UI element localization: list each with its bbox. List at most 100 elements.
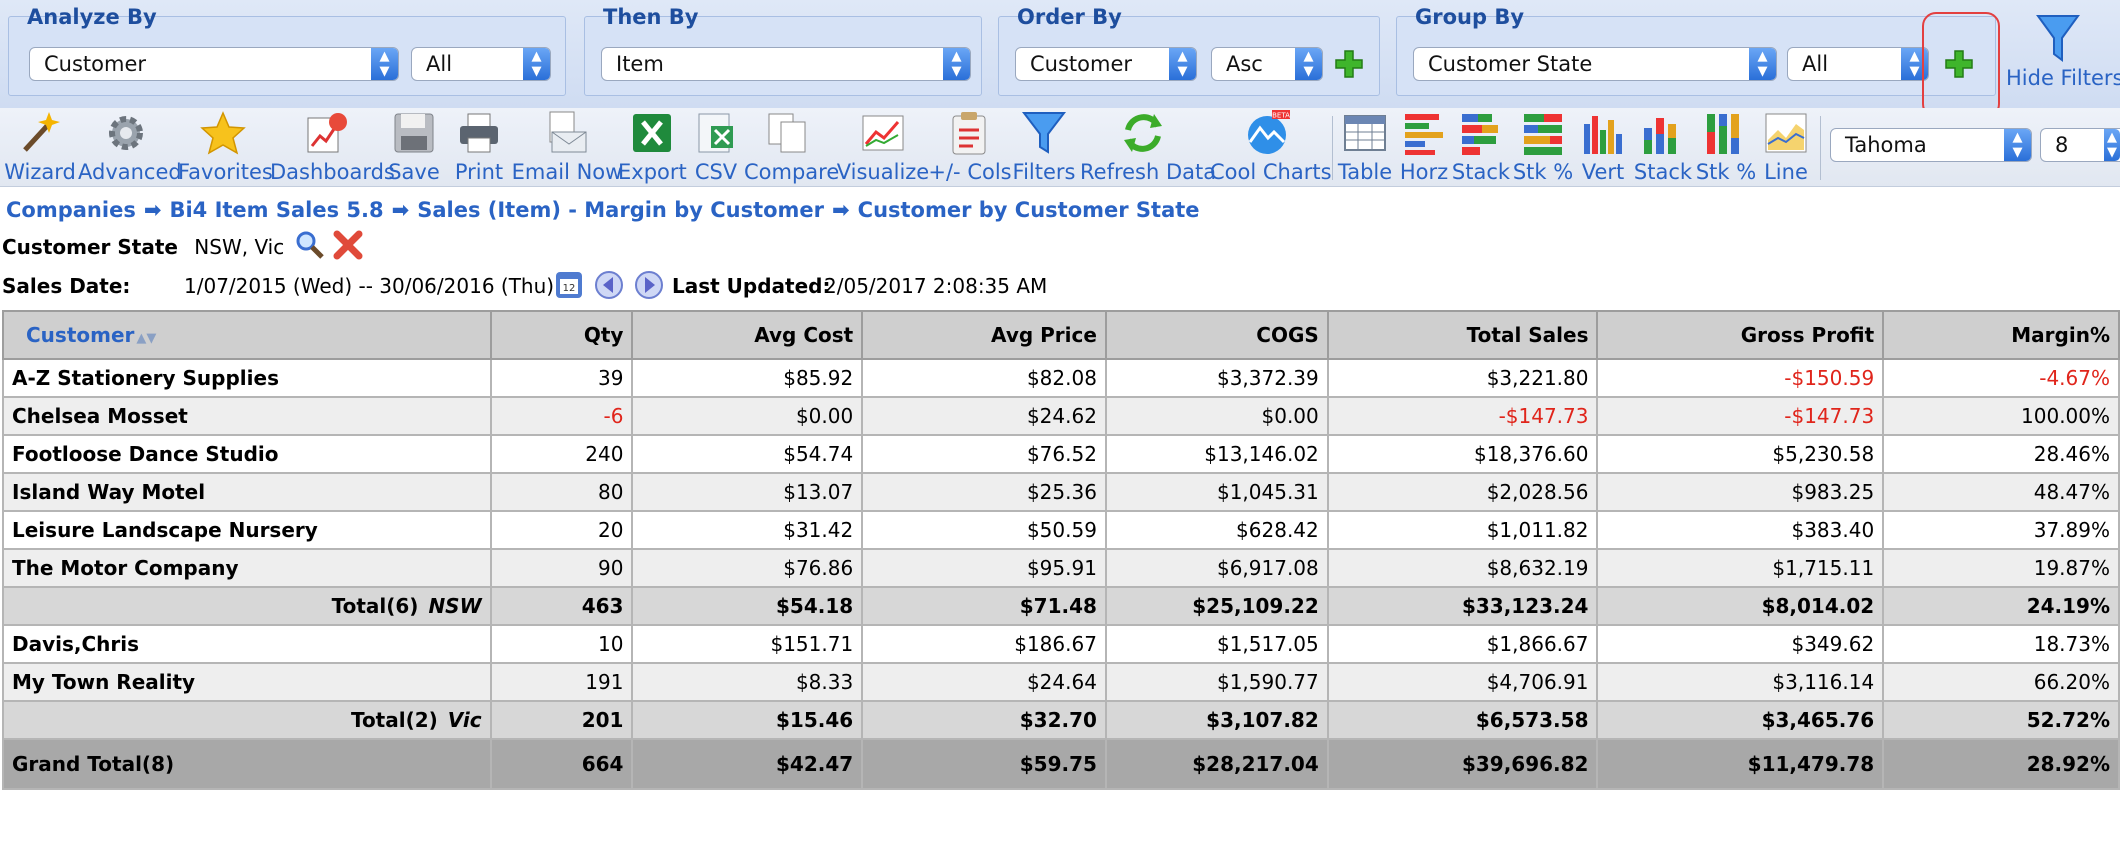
stack-pct-vert-button[interactable]: Stk % — [1694, 110, 1758, 186]
table-cell-avg-cost: $0.00 — [631, 396, 864, 436]
favorites-button[interactable]: Favorites — [178, 110, 273, 186]
order-by-select[interactable]: Customer ▲ ▼ — [1015, 47, 1197, 81]
table-cell-customer[interactable]: Chelsea Mosset — [2, 396, 492, 436]
table-cell-total-sales: $1,011.82 — [1326, 510, 1599, 550]
cool-charts-button[interactable]: BETA Cool Charts — [1210, 110, 1332, 186]
table-cell-customer[interactable]: Davis,Chris — [2, 624, 492, 664]
previous-period-icon[interactable] — [594, 270, 624, 300]
add-order-plus-icon[interactable] — [1333, 48, 1365, 80]
font-family-select[interactable]: Tahoma ▲ ▼ — [1830, 128, 2032, 162]
export-button[interactable]: Export — [618, 110, 687, 186]
csv-button[interactable]: CSV — [690, 110, 742, 186]
stk-pct-horz-label: Stk % — [1512, 160, 1574, 184]
table-cell-customer[interactable]: Island Way Motel — [2, 472, 492, 512]
table-cell-customer[interactable]: My Town Reality — [2, 662, 492, 702]
dashboards-button[interactable]: Dashboards — [270, 110, 395, 186]
clear-filter-icon[interactable] — [333, 230, 363, 260]
sales-table: Customer ▲▼ Qty Avg Cost Avg Price COGS T… — [2, 310, 2120, 790]
column-header-qty[interactable]: Qty — [489, 310, 634, 360]
table-cell-total-sales: $33,123.24 — [1326, 586, 1599, 626]
table-cell-cogs: $6,917.08 — [1104, 548, 1329, 588]
column-header-cogs[interactable]: COGS — [1104, 310, 1329, 360]
stacked-percent-horizontal-icon — [1524, 114, 1562, 155]
sort-arrows-icon: ▲▼ — [136, 331, 157, 346]
breadcrumb-report[interactable]: Sales (Item) - Margin by Customer — [417, 198, 824, 222]
breadcrumb-current-view[interactable]: Customer by Customer State — [858, 198, 1200, 222]
table-row: The Motor Company 90 $76.86 $95.91 $6,917.08… — [2, 548, 2120, 588]
column-header-avg-price[interactable]: Avg Price — [861, 310, 1107, 360]
breadcrumb-arrow-icon: ➡ — [832, 198, 850, 222]
table-cell-gross-profit: $5,230.58 — [1596, 434, 1885, 474]
table-cell-avg-cost: $151.71 — [631, 624, 864, 664]
table-cell-avg-price: $32.70 — [861, 700, 1107, 740]
breadcrumb-report-set[interactable]: Bi4 Item Sales 5.8 — [169, 198, 383, 222]
column-header-total-sales[interactable]: Total Sales — [1326, 310, 1599, 360]
analyze-by-scope-select[interactable]: All ▲ ▼ — [411, 47, 551, 81]
table-cell-customer[interactable]: Leisure Landscape Nursery — [2, 510, 492, 550]
clipboard-icon — [952, 112, 986, 155]
table-cell-total-sales: $39,696.82 — [1326, 738, 1599, 790]
search-icon[interactable] — [295, 230, 325, 260]
filters-button[interactable]: Filters — [1012, 110, 1076, 186]
table-cell-total-sales: $6,573.58 — [1326, 700, 1599, 740]
visualize-button[interactable]: Visualize — [836, 110, 930, 186]
column-header-avg-cost[interactable]: Avg Cost — [631, 310, 864, 360]
table-cell-customer[interactable]: Footloose Dance Studio — [2, 434, 492, 474]
stack-pct-horz-button[interactable]: Stk % — [1510, 110, 1576, 186]
sales-date-label: Sales Date: — [2, 274, 131, 298]
save-button[interactable]: Save — [386, 110, 442, 186]
hide-filters-label: Hide Filters — [2006, 66, 2120, 90]
advanced-button[interactable]: Advanced — [78, 110, 182, 186]
breadcrumb-companies[interactable]: Companies — [6, 198, 136, 222]
stack-horz-button[interactable]: Stack — [1450, 110, 1512, 186]
column-header-gross-profit[interactable]: Gross Profit — [1596, 310, 1885, 360]
printer-icon — [460, 113, 498, 153]
compare-button[interactable]: Compare — [744, 110, 839, 186]
calendar-icon[interactable]: 12 — [554, 270, 584, 300]
table-cell-gross-profit: $1,715.11 — [1596, 548, 1885, 588]
table-cell-qty: 201 — [489, 700, 634, 740]
hide-filters-button[interactable]: Hide Filters — [2000, 14, 2120, 94]
analyze-by-group: Analyze By Customer ▲ ▼ All ▲ ▼ — [8, 7, 566, 96]
group-by-select[interactable]: Customer State ▲ ▼ — [1413, 47, 1777, 81]
breadcrumb-arrow-icon: ➡ — [391, 198, 410, 222]
dashboard-icon — [307, 113, 347, 153]
column-header-customer[interactable]: Customer ▲▼ — [2, 310, 492, 360]
group-by-scope-select[interactable]: All ▲ ▼ — [1787, 47, 1929, 81]
print-button[interactable]: Print — [450, 110, 508, 186]
table-row: A-Z Stationery Supplies 39 $85.92 $82.08 $3,… — [2, 358, 2120, 398]
table-cell-customer[interactable]: The Motor Company — [2, 548, 492, 588]
font-size-select[interactable]: 8 ▲ ▼ — [2040, 128, 2120, 162]
order-direction-select[interactable]: Asc ▲ ▼ — [1211, 47, 1323, 81]
next-period-icon[interactable] — [634, 270, 664, 300]
horz-bar-button[interactable]: Horz — [1396, 110, 1452, 186]
select-arrows-icon: ▲ ▼ — [1749, 48, 1776, 80]
analyze-by-select[interactable]: Customer ▲ ▼ — [29, 47, 399, 81]
table-cell-cogs: $1,045.31 — [1104, 472, 1329, 512]
table-cell-total-sales: $2,028.56 — [1326, 472, 1599, 512]
then-by-value: Item — [616, 52, 664, 76]
table-cell-gross-profit: -$150.59 — [1596, 358, 1885, 398]
table-view-button[interactable]: Table — [1336, 110, 1394, 186]
table-icon — [1344, 115, 1386, 151]
table-cell-avg-cost: $42.47 — [631, 738, 864, 790]
line-chart-button[interactable]: Line — [1758, 110, 1814, 186]
table-cell-customer: Grand Total(8) — [2, 738, 492, 790]
table-cell-gross-profit: $8,014.02 — [1596, 586, 1885, 626]
table-cell-gross-profit: -$147.73 — [1596, 396, 1885, 436]
table-cell-qty: 240 — [489, 434, 634, 474]
table-cell-customer[interactable]: A-Z Stationery Supplies — [2, 358, 492, 398]
column-header-margin[interactable]: Margin% — [1882, 310, 2120, 360]
wizard-button[interactable]: Wizard — [4, 110, 76, 186]
highlight-annotation — [1922, 12, 2000, 118]
filter-bar: Analyze By Customer ▲ ▼ All ▲ ▼ Then By It… — [0, 0, 2120, 118]
then-by-select[interactable]: Item ▲ ▼ — [601, 47, 971, 81]
analyze-by-value: Customer — [44, 52, 147, 76]
breadcrumb-arrow-icon: ➡ — [143, 198, 162, 222]
vert-bar-button[interactable]: Vert — [1574, 110, 1632, 186]
refresh-data-button[interactable]: Refresh Data — [1080, 110, 1216, 186]
email-now-button[interactable]: Email Now — [510, 110, 624, 186]
export-label: Export — [618, 160, 687, 184]
add-remove-cols-button[interactable]: +/- Cols — [928, 110, 1012, 186]
stack-vert-button[interactable]: Stack — [1632, 110, 1694, 186]
